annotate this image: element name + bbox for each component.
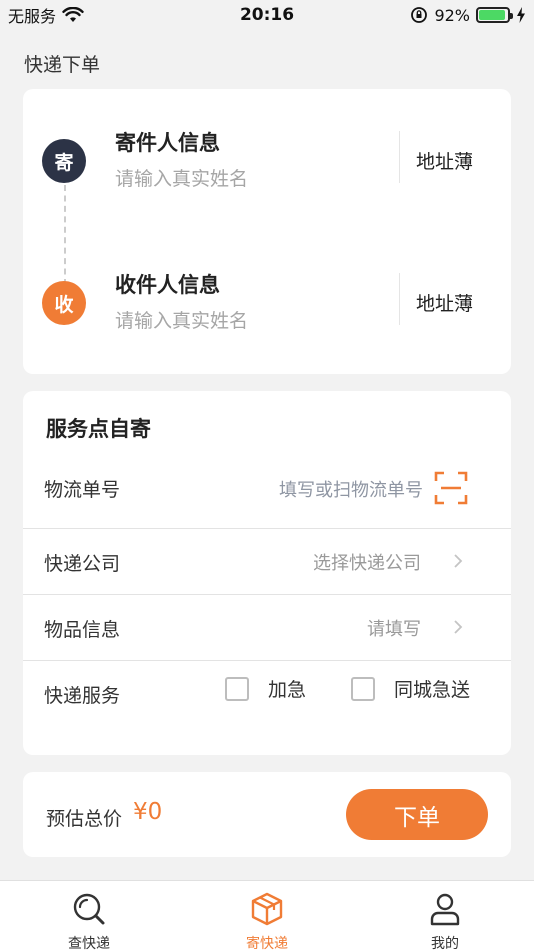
status-time: 20:16	[239, 5, 295, 25]
chevron-right-icon	[454, 620, 463, 634]
urgent-checkbox[interactable]	[225, 676, 249, 701]
battery-fill	[479, 10, 505, 20]
divider	[399, 273, 400, 325]
scan-icon[interactable]	[434, 471, 468, 505]
user-icon	[430, 893, 460, 926]
tab-bar: 查快递 寄快递 我的	[0, 880, 534, 950]
status-right: 92%	[410, 6, 526, 25]
company-row[interactable]: 快递公司 选择快递公司	[23, 529, 511, 595]
tracking-label: 物流单号	[44, 479, 121, 501]
sender-row[interactable]: 寄 寄件人信息 请输入真实姓名 地址薄	[23, 119, 511, 209]
urgent-option[interactable]: 加急	[225, 675, 306, 702]
battery-icon	[476, 7, 513, 23]
express-service-label: 快递服务	[44, 685, 121, 707]
package-icon	[251, 892, 283, 926]
page-title: 快递下单	[24, 54, 101, 76]
battery-percent: 92%	[434, 5, 470, 25]
divider	[399, 131, 400, 183]
express-service-row: 快递服务 加急 同城急送	[23, 661, 511, 727]
order-card: 预估总价 ¥0 下单	[23, 772, 511, 857]
tab-mine[interactable]: 我的	[356, 881, 534, 950]
receiver-badge: 收	[42, 281, 86, 325]
company-select[interactable]: 选择快递公司	[313, 549, 421, 575]
tracking-number-input[interactable]	[213, 475, 423, 505]
tab-send[interactable]: 寄快递	[178, 881, 356, 950]
urgent-label: 加急	[268, 679, 307, 701]
sender-address-book-button[interactable]: 地址薄	[416, 147, 473, 174]
chevron-right-icon	[454, 554, 463, 568]
status-left: 无服务	[8, 3, 84, 27]
receiver-address-book-button[interactable]: 地址薄	[416, 289, 473, 316]
tracking-row: 物流单号	[23, 455, 511, 529]
same-city-checkbox[interactable]	[351, 676, 375, 701]
same-city-option[interactable]: 同城急送	[351, 675, 470, 702]
place-order-button[interactable]: 下单	[346, 789, 488, 840]
receiver-row[interactable]: 收 收件人信息 请输入真实姓名 地址薄	[23, 261, 511, 351]
wifi-icon	[62, 7, 84, 22]
receiver-title: 收件人信息	[115, 273, 220, 297]
tab-query[interactable]: 查快递	[0, 881, 178, 950]
sender-title: 寄件人信息	[115, 131, 220, 155]
receiver-name-input[interactable]: 请输入真实姓名	[115, 306, 248, 333]
rotation-lock-icon	[411, 7, 428, 23]
tab-query-label: 查快递	[68, 936, 110, 950]
search-icon	[73, 893, 105, 925]
price-label: 预估总价	[46, 808, 123, 830]
goods-label: 物品信息	[44, 619, 121, 641]
company-label: 快递公司	[44, 553, 121, 575]
tab-send-label: 寄快递	[246, 936, 288, 950]
same-city-label: 同城急送	[394, 679, 471, 701]
goods-input[interactable]: 请填写	[367, 615, 421, 641]
tab-mine-label: 我的	[431, 936, 459, 950]
address-card: 寄 寄件人信息 请输入真实姓名 地址薄 收 收件人信息 请输入真实姓名 地址薄	[23, 89, 511, 374]
sender-name-input[interactable]: 请输入真实姓名	[115, 164, 248, 191]
sender-badge: 寄	[42, 139, 86, 183]
status-bar: 无服务 20:16 92%	[0, 0, 534, 30]
section-title: 服务点自寄	[46, 417, 151, 441]
charging-icon	[517, 7, 525, 23]
goods-row[interactable]: 物品信息 请填写	[23, 595, 511, 661]
carrier-text: 无服务	[8, 7, 57, 26]
service-card: 服务点自寄 物流单号 快递公司 选择快递公司 物品信息 请填写 快递服务	[23, 391, 511, 755]
price-value: ¥0	[133, 799, 163, 825]
